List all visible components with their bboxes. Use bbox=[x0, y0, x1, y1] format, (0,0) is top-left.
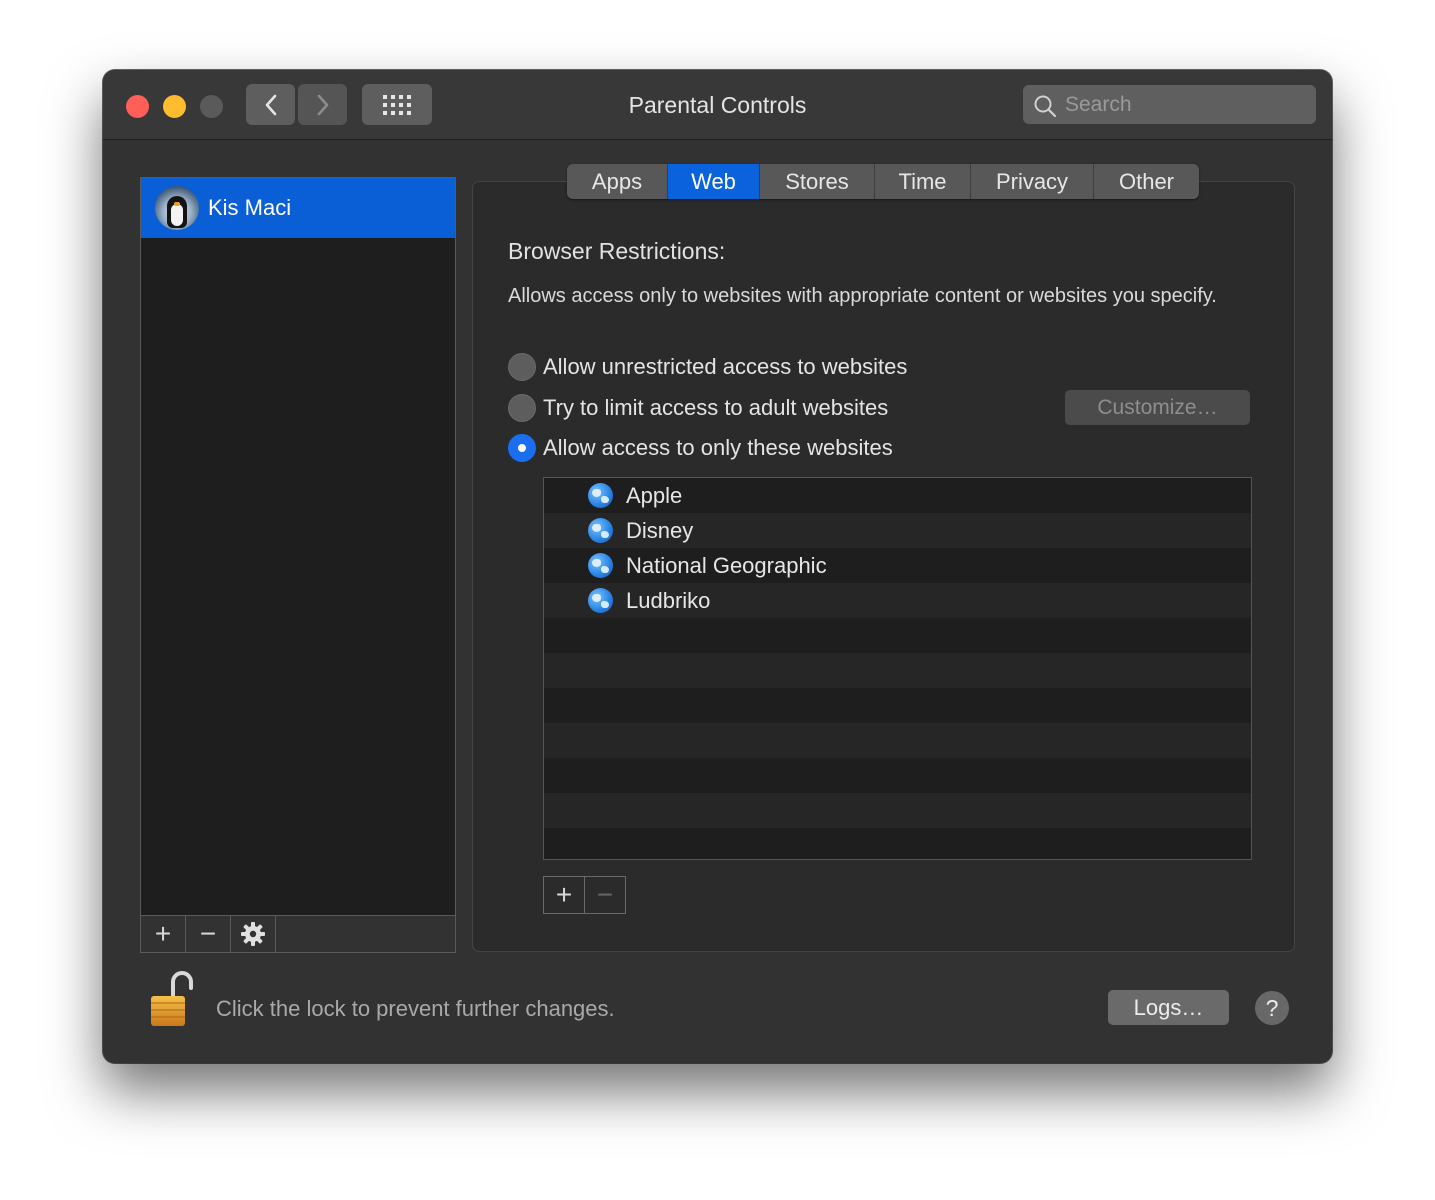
tab-apps[interactable]: Apps bbox=[567, 164, 668, 199]
show-all-button[interactable] bbox=[362, 84, 432, 125]
title-bar: Parental Controls bbox=[103, 70, 1332, 140]
parental-controls-window: Parental Controls Kis Maci + − bbox=[103, 70, 1332, 1063]
user-settings-button[interactable] bbox=[231, 916, 276, 952]
option-limit-adult[interactable]: Try to limit access to adult websites bbox=[508, 392, 888, 424]
list-item[interactable]: Ludbriko bbox=[544, 583, 1251, 618]
list-item[interactable]: Apple bbox=[544, 478, 1251, 513]
add-website-button[interactable]: + bbox=[544, 877, 584, 913]
chevron-left-icon bbox=[265, 94, 276, 115]
close-window-button[interactable] bbox=[126, 95, 149, 118]
globe-icon bbox=[588, 518, 613, 543]
site-label: National Geographic bbox=[626, 552, 827, 578]
radio-only-these[interactable] bbox=[508, 434, 536, 462]
list-item[interactable]: National Geographic bbox=[544, 548, 1251, 583]
tab-bar: Apps Web Stores Time Privacy Other bbox=[567, 164, 1199, 199]
zoom-window-button[interactable] bbox=[200, 95, 223, 118]
remove-user-button[interactable]: − bbox=[186, 916, 231, 952]
user-list: Kis Maci bbox=[140, 177, 456, 953]
globe-icon bbox=[588, 553, 613, 578]
search-field[interactable] bbox=[1023, 85, 1316, 124]
globe-icon bbox=[588, 483, 613, 508]
chevron-right-icon bbox=[317, 94, 328, 115]
radio-label: Try to limit access to adult websites bbox=[543, 395, 889, 420]
search-input[interactable] bbox=[1065, 85, 1305, 124]
radio-limit-adult[interactable] bbox=[508, 394, 536, 422]
tab-privacy[interactable]: Privacy bbox=[971, 164, 1094, 199]
site-label: Apple bbox=[626, 482, 683, 508]
back-button[interactable] bbox=[246, 84, 295, 125]
customize-button[interactable]: Customize… bbox=[1065, 390, 1250, 425]
tab-stores[interactable]: Stores bbox=[760, 164, 875, 199]
user-name: Kis Maci bbox=[208, 195, 292, 220]
grid-icon bbox=[383, 94, 411, 115]
lock-icon[interactable] bbox=[149, 970, 199, 1035]
logs-button[interactable]: Logs… bbox=[1108, 990, 1229, 1025]
radio-label: Allow access to only these websites bbox=[543, 435, 893, 460]
browser-restrictions-heading: Browser Restrictions: bbox=[508, 238, 726, 264]
list-item[interactable]: Disney bbox=[544, 513, 1251, 548]
site-label: Disney bbox=[626, 517, 694, 543]
website-list-toolbar: + − bbox=[543, 876, 626, 914]
lock-hint-text: Click the lock to prevent further change… bbox=[216, 996, 615, 1021]
minimize-window-button[interactable] bbox=[163, 95, 186, 118]
allowed-websites-list[interactable]: Apple Disney National Geographic Ludbrik… bbox=[543, 477, 1252, 860]
option-only-these[interactable]: Allow access to only these websites bbox=[508, 432, 893, 464]
browser-restrictions-description: Allows access only to websites with appr… bbox=[508, 285, 1217, 307]
user-list-toolbar: + − bbox=[140, 915, 456, 953]
globe-icon bbox=[588, 588, 613, 613]
add-user-button[interactable]: + bbox=[141, 916, 186, 952]
search-icon bbox=[1034, 95, 1057, 118]
radio-label: Allow unrestricted access to websites bbox=[543, 354, 908, 379]
avatar bbox=[155, 186, 199, 230]
tab-time[interactable]: Time bbox=[875, 164, 971, 199]
remove-website-button[interactable]: − bbox=[584, 877, 625, 913]
gear-icon bbox=[241, 922, 265, 946]
option-unrestricted[interactable]: Allow unrestricted access to websites bbox=[508, 351, 907, 383]
radio-unrestricted[interactable] bbox=[508, 353, 536, 381]
tab-other[interactable]: Other bbox=[1094, 164, 1199, 199]
user-row-kis-maci[interactable]: Kis Maci bbox=[141, 178, 455, 238]
forward-button[interactable] bbox=[298, 84, 347, 125]
tab-web[interactable]: Web bbox=[668, 164, 760, 199]
help-button[interactable]: ? bbox=[1255, 991, 1289, 1025]
site-label: Ludbriko bbox=[626, 587, 711, 613]
